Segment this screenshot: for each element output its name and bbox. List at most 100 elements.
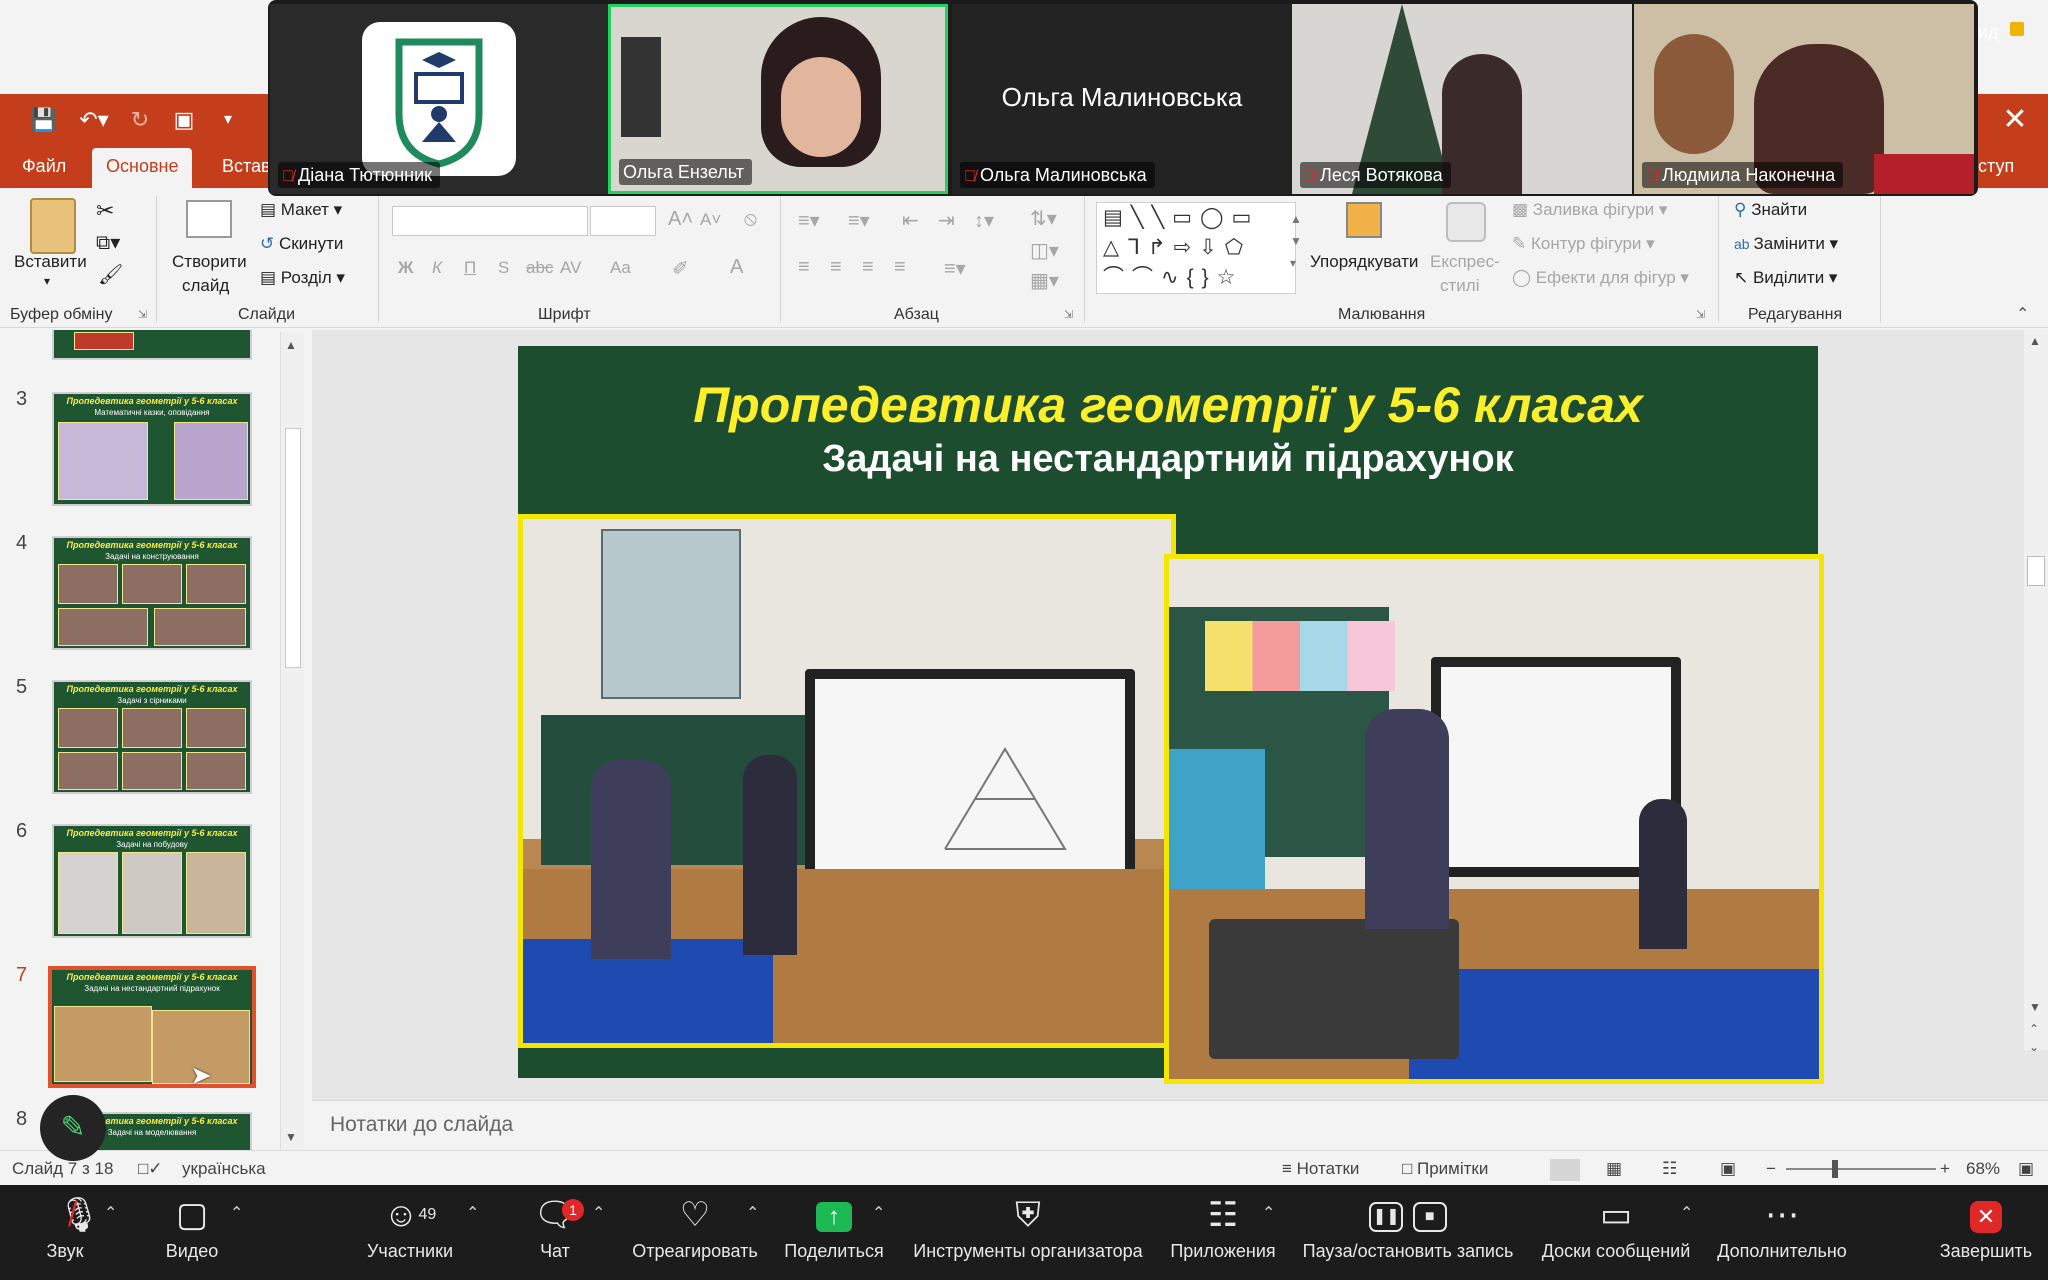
- participant-tile[interactable]: 🎙̸ Діана Тютюнник: [270, 4, 608, 194]
- record-button[interactable]: ❚❚ ■ Пауза/остановить запись: [1300, 1185, 1516, 1280]
- scroll-down-icon[interactable]: ▼: [285, 1130, 297, 1144]
- strikethrough-button[interactable]: abc: [526, 258, 553, 278]
- collapse-ribbon-icon[interactable]: ⌃: [2016, 304, 2029, 324]
- tab-home[interactable]: Основне: [92, 148, 193, 188]
- present-from-start-icon[interactable]: ▣: [168, 104, 200, 136]
- host-tools-button[interactable]: ⛨ Инструменты организатора: [908, 1185, 1148, 1280]
- slide-photo-right[interactable]: [1164, 554, 1824, 1084]
- new-slide-button-line2[interactable]: слайд: [182, 276, 229, 296]
- share-screen-button[interactable]: ↑ Поделиться: [782, 1185, 886, 1280]
- smartart-icon[interactable]: ▦▾: [1030, 268, 1059, 293]
- audio-button[interactable]: 🎙̸ Звук: [20, 1185, 110, 1280]
- zoom-in-icon[interactable]: +: [1940, 1159, 1950, 1179]
- arrange-button[interactable]: Упорядкувати: [1310, 252, 1418, 272]
- shape-fill-button[interactable]: ▩ Заливка фігури ▾: [1512, 200, 1667, 220]
- dialog-launcher-icon[interactable]: ⇲: [1696, 308, 1705, 321]
- slide-thumbnail-2[interactable]: [52, 330, 252, 360]
- decrease-indent-icon[interactable]: ⇤: [902, 208, 919, 233]
- participant-tile[interactable]: 🎙̸ Леся Вотякова: [1292, 4, 1632, 194]
- whiteboards-caret-icon[interactable]: ⌃: [1680, 1203, 1693, 1223]
- slide-scrollbar[interactable]: ▲ ▼ ⌃ ⌄: [2024, 330, 2048, 1054]
- language-indicator[interactable]: українська: [182, 1159, 266, 1179]
- participant-tile-speaking[interactable]: Ольга Ензельт: [608, 4, 948, 194]
- chat-button[interactable]: 🗨 Чат 1: [518, 1185, 592, 1280]
- zoom-slider-thumb[interactable]: [1832, 1160, 1838, 1178]
- previous-slide-icon[interactable]: ⌃: [2029, 1022, 2039, 1036]
- spellcheck-icon[interactable]: □✓: [138, 1159, 163, 1179]
- new-slide-icon[interactable]: [186, 200, 232, 238]
- shape-effects-button[interactable]: ◯ Ефекти для фігур ▾: [1512, 268, 1689, 288]
- font-size-input[interactable]: [590, 206, 656, 236]
- columns-icon[interactable]: ≡▾: [944, 256, 966, 281]
- find-button[interactable]: ⚲ Знайти: [1734, 200, 1807, 220]
- cut-icon[interactable]: ✂: [96, 198, 114, 224]
- tab-file[interactable]: Файл: [8, 148, 80, 188]
- slide-thumbnails-pane[interactable]: 3 Пропедевтика геометрії у 5-6 класах Ма…: [0, 330, 310, 1150]
- chat-caret-icon[interactable]: ⌃: [592, 1203, 605, 1223]
- comments-button[interactable]: □ Примітки: [1402, 1159, 1488, 1179]
- change-case-button[interactable]: Aa: [610, 258, 631, 278]
- slide-thumbnail-6[interactable]: Пропедевтика геометрії у 5-6 класах Зада…: [52, 824, 252, 938]
- reading-view-icon[interactable]: ☷: [1662, 1159, 1677, 1179]
- quick-styles-icon[interactable]: [1446, 202, 1486, 242]
- scrollbar-thumb[interactable]: [2027, 556, 2045, 586]
- customize-qat-icon[interactable]: ▾: [212, 104, 244, 136]
- font-name-input[interactable]: [392, 206, 588, 236]
- slide-thumbnail-4[interactable]: Пропедевтика геометрії у 5-6 класах Зада…: [52, 536, 252, 650]
- normal-view-icon[interactable]: [1550, 1159, 1580, 1181]
- slide-title[interactable]: Пропедевтика геометрії у 5-6 класах: [518, 376, 1818, 434]
- slide-photo-left[interactable]: [518, 514, 1176, 1048]
- dialog-launcher-icon[interactable]: ⇲: [1064, 308, 1073, 321]
- slide-thumbnail-5[interactable]: Пропедевтика геометрії у 5-6 класах Зада…: [52, 680, 252, 794]
- zoom-out-icon[interactable]: −: [1766, 1159, 1776, 1179]
- line-spacing-icon[interactable]: ↕▾: [974, 208, 994, 233]
- scroll-up-icon[interactable]: ▲: [2029, 334, 2041, 348]
- layout-button[interactable]: ▤ Макет ▾: [260, 200, 342, 220]
- fit-slide-icon[interactable]: ▣: [2018, 1159, 2034, 1179]
- undo-icon[interactable]: ↶▾: [72, 104, 116, 136]
- paste-icon[interactable]: [30, 198, 76, 254]
- format-painter-icon[interactable]: 🖌: [98, 262, 123, 287]
- replace-button[interactable]: ab Замінити ▾: [1734, 234, 1838, 254]
- react-button[interactable]: ♡ Отреагировать: [628, 1185, 762, 1280]
- underline-button[interactable]: П: [464, 258, 476, 278]
- participant-tile[interactable]: Ольга Малиновська 🎙̸ Ольга Малиновська: [952, 4, 1292, 194]
- text-direction-icon[interactable]: ⇅▾: [1030, 206, 1057, 231]
- decrease-font-icon[interactable]: A˅: [700, 210, 721, 230]
- participants-button[interactable]: ☺49 Участники: [360, 1185, 460, 1280]
- video-button[interactable]: ▢ Видео: [150, 1185, 234, 1280]
- slide-thumbnail-7[interactable]: Пропедевтика геометрії у 5-6 класах Зада…: [48, 966, 256, 1088]
- end-meeting-button[interactable]: ✕ Завершить: [1936, 1185, 2036, 1280]
- increase-indent-icon[interactable]: ⇥: [938, 208, 955, 233]
- slide-sorter-icon[interactable]: ▦: [1606, 1159, 1622, 1179]
- highlight-icon[interactable]: ✐: [672, 256, 689, 281]
- shapes-gallery-scroll[interactable]: ▲ ▼ ▾: [1290, 208, 1302, 274]
- quick-styles-button[interactable]: Експрес-: [1430, 252, 1500, 272]
- video-options-caret-icon[interactable]: ⌃: [230, 1203, 243, 1223]
- quick-styles-button-line2[interactable]: стилі: [1440, 276, 1479, 296]
- align-left-icon[interactable]: ≡: [798, 256, 810, 279]
- audio-options-caret-icon[interactable]: ⌃: [104, 1203, 117, 1223]
- notes-pane[interactable]: Нотатки до слайда: [312, 1100, 2048, 1150]
- align-right-icon[interactable]: ≡: [862, 256, 874, 279]
- align-center-icon[interactable]: ≡: [830, 256, 842, 279]
- close-icon[interactable]: ✕: [1992, 100, 2038, 140]
- thumbnails-scrollbar[interactable]: ▲ ▼: [280, 332, 304, 1150]
- paste-button[interactable]: Вставити: [14, 252, 87, 272]
- participant-tile[interactable]: 🎙̸ Людмила Наконечна: [1634, 4, 1974, 194]
- justify-icon[interactable]: ≡: [894, 256, 906, 279]
- more-button[interactable]: ⋯ Дополнительно: [1712, 1185, 1852, 1280]
- scrollbar-thumb[interactable]: [285, 428, 301, 668]
- current-slide[interactable]: Пропедевтика геометрії у 5-6 класах Зада…: [518, 346, 1824, 1084]
- arrange-icon[interactable]: [1346, 202, 1382, 238]
- whiteboards-button[interactable]: ▭ Доски сообщений: [1536, 1185, 1696, 1280]
- dialog-launcher-icon[interactable]: ⇲: [138, 308, 147, 321]
- shadow-button[interactable]: S: [498, 258, 509, 278]
- zoom-level[interactable]: 68%: [1966, 1159, 2000, 1179]
- bold-button[interactable]: Ж: [398, 258, 413, 278]
- annotate-pen-button[interactable]: ✎: [40, 1095, 106, 1161]
- reset-button[interactable]: ↺ Скинути: [260, 234, 343, 254]
- participants-caret-icon[interactable]: ⌃: [466, 1203, 479, 1223]
- paste-dropdown-icon[interactable]: ▾: [44, 274, 50, 288]
- zoom-slider[interactable]: [1786, 1168, 1936, 1170]
